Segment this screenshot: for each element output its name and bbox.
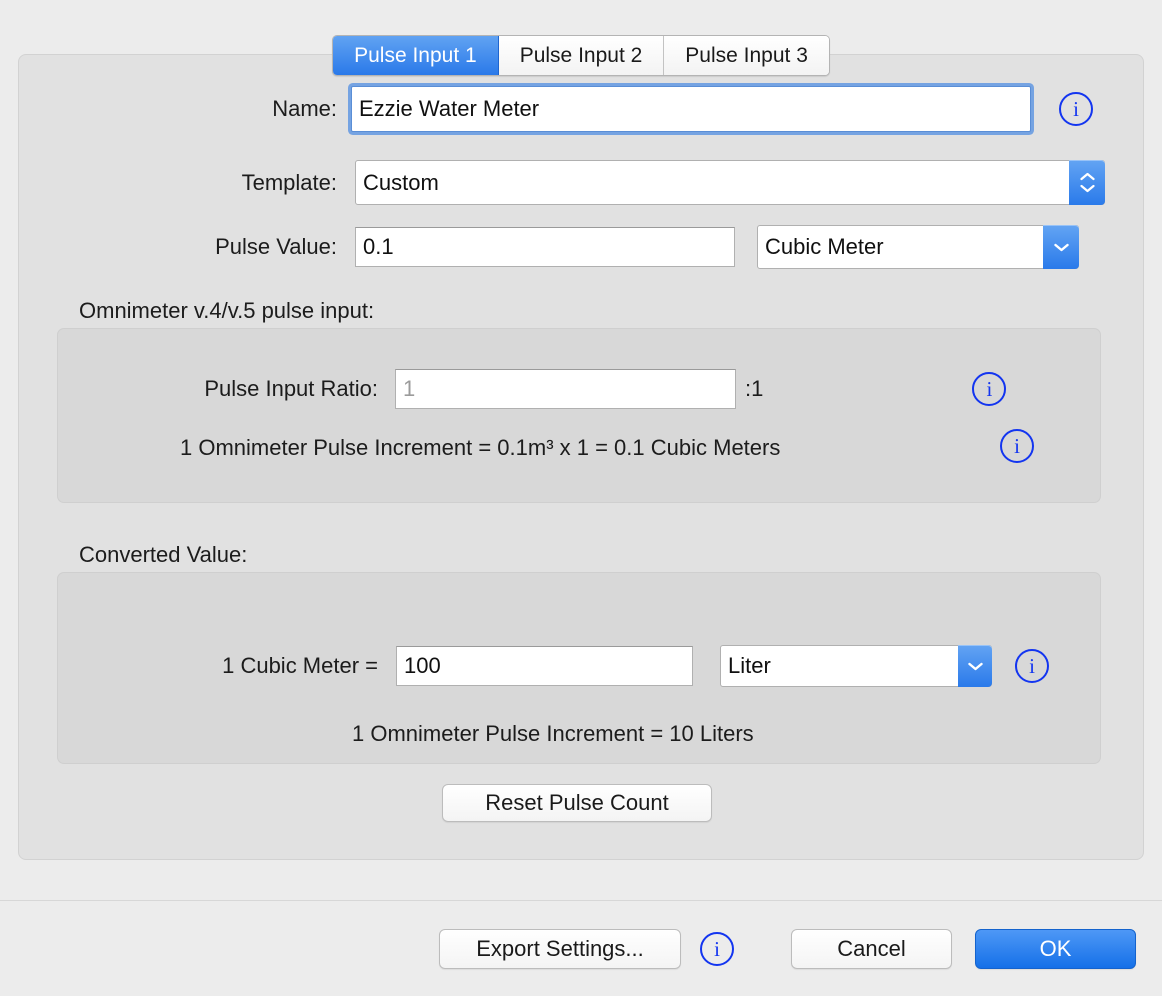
info-icon-omnimeter-formula[interactable]: i	[1000, 429, 1034, 463]
chevron-up-icon	[1080, 172, 1095, 181]
pulse-value-input[interactable]: 0.1	[355, 227, 735, 267]
pulse-input-ratio-row: Pulse Input Ratio: 1 :1 i	[58, 369, 1102, 409]
name-row: Name: Ezzie Water Meter i	[19, 86, 1145, 132]
converted-unit-dropdown[interactable]: Liter	[720, 645, 992, 687]
reset-pulse-count-button[interactable]: Reset Pulse Count	[442, 784, 712, 822]
info-icon-converted-value[interactable]: i	[1015, 649, 1049, 683]
chevron-down-icon	[968, 662, 983, 671]
ok-button[interactable]: OK	[975, 929, 1136, 969]
converted-value-groupbox: 1 Cubic Meter = 100 Liter i 1 Omnimeter …	[57, 572, 1101, 764]
template-row: Template: Custom	[19, 160, 1145, 205]
pulse-input-ratio-input[interactable]: 1	[395, 369, 736, 409]
omnimeter-section-title: Omnimeter v.4/v.5 pulse input:	[79, 298, 374, 324]
stepper-arrows[interactable]	[1069, 160, 1105, 205]
converted-unit-selected-value: Liter	[728, 653, 771, 679]
tab-bar: Pulse Input 1 Pulse Input 2 Pulse Input …	[0, 35, 1162, 76]
chevron-down-icon	[1080, 184, 1095, 193]
name-input[interactable]: Ezzie Water Meter	[351, 86, 1031, 132]
ratio-suffix: :1	[745, 376, 763, 402]
omnimeter-groupbox: Pulse Input Ratio: 1 :1 i 1 Omnimeter Pu…	[57, 328, 1101, 503]
converted-equation-label: 1 Cubic Meter =	[58, 653, 378, 679]
info-icon-pulse-input-ratio[interactable]: i	[972, 372, 1006, 406]
pulse-input-panel: Name: Ezzie Water Meter i Template: Cust…	[18, 54, 1144, 860]
info-icon-name[interactable]: i	[1059, 92, 1093, 126]
export-settings-button[interactable]: Export Settings...	[439, 929, 681, 969]
converted-formula-text: 1 Omnimeter Pulse Increment = 10 Liters	[352, 721, 754, 747]
tab-pulse-input-2[interactable]: Pulse Input 2	[499, 36, 665, 75]
template-combobox[interactable]: Custom	[355, 160, 1105, 205]
cancel-button[interactable]: Cancel	[791, 929, 952, 969]
dropdown-arrow-box[interactable]	[1043, 225, 1079, 269]
footer-divider	[0, 900, 1162, 901]
omnimeter-formula-text: 1 Omnimeter Pulse Increment = 0.1m³ x 1 …	[180, 435, 780, 461]
converted-value-section-title: Converted Value:	[79, 542, 247, 568]
name-label: Name:	[19, 96, 337, 122]
pulse-value-label: Pulse Value:	[19, 234, 337, 260]
dropdown-arrow-box[interactable]	[958, 645, 992, 687]
converted-value-row: 1 Cubic Meter = 100 Liter i	[58, 645, 1102, 687]
pulse-unit-selected-value: Cubic Meter	[765, 234, 884, 260]
pulse-input-ratio-label: Pulse Input Ratio:	[58, 376, 378, 402]
tab-pulse-input-3[interactable]: Pulse Input 3	[664, 36, 829, 75]
template-label: Template:	[19, 170, 337, 196]
pulse-unit-dropdown[interactable]: Cubic Meter	[757, 225, 1079, 269]
template-selected-value: Custom	[363, 170, 439, 196]
info-icon-export-settings[interactable]: i	[700, 932, 734, 966]
tab-group: Pulse Input 1 Pulse Input 2 Pulse Input …	[332, 35, 830, 76]
chevron-down-icon	[1054, 243, 1069, 252]
pulse-value-row: Pulse Value: 0.1 Cubic Meter	[19, 225, 1145, 269]
tab-pulse-input-1[interactable]: Pulse Input 1	[333, 36, 499, 75]
converted-value-input[interactable]: 100	[396, 646, 693, 686]
